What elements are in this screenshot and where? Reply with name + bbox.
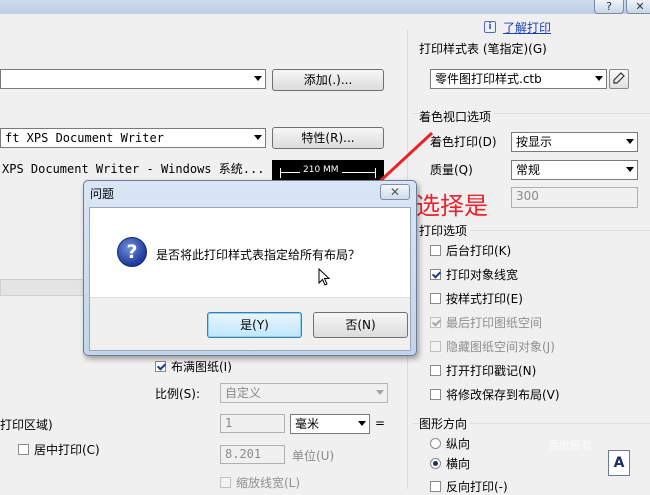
scale-ratio-value: 自定义 [225, 386, 262, 400]
plot-style-table-label: 打印样式表 (笔指定)(G) [419, 42, 547, 56]
printer-name-select[interactable]: ft XPS Document Writer [0, 128, 266, 148]
portrait-radio[interactable] [430, 438, 441, 449]
landscape-label: 横向 [446, 457, 471, 471]
help-button[interactable]: ? [594, 0, 624, 14]
add-button[interactable]: 添加(.)... [272, 69, 384, 91]
landscape-radio[interactable] [430, 458, 441, 469]
fit-to-paper-option[interactable]: 布满图纸(I) [155, 358, 232, 375]
plot-style-table-select[interactable]: 零件图打印样式.ctb [430, 69, 607, 89]
scale-lineweights-checkbox[interactable] [220, 477, 231, 488]
center-plot-label: 居中打印(C) [34, 443, 100, 457]
scale-unit-label: 单位(U) [292, 449, 335, 463]
mouse-cursor-icon [318, 268, 331, 286]
dialog-title: 问题 [90, 187, 115, 201]
portrait-label: 纵向 [446, 437, 471, 451]
shade-plot-value: 按显示 [516, 135, 553, 149]
chevron-down-icon [595, 76, 603, 81]
dpi-field[interactable]: 300 [511, 187, 638, 208]
question-dialog: 问题 ✕ ? 是否将此打印样式表指定给所有布局？ 是(Y) 否(N) [83, 180, 417, 356]
page-setup-name-select[interactable] [0, 69, 266, 89]
dialog-body: ? 是否将此打印样式表指定给所有布局？ 是(Y) 否(N) [89, 207, 411, 351]
portrait-option[interactable]: 纵向 [430, 435, 470, 452]
center-plot-option[interactable]: 居中打印(C) [18, 441, 100, 458]
center-plot-checkbox[interactable] [18, 444, 29, 455]
upside-down-option[interactable]: 反向打印(-) [430, 478, 508, 495]
orientation-label: 图形方向 [419, 415, 471, 432]
chevron-down-icon [626, 167, 634, 172]
landscape-option[interactable]: 横向 [430, 455, 470, 472]
scale-value-1[interactable]: 1 [220, 414, 285, 433]
plot-option-lineweights[interactable]: 打印对象线宽 [430, 266, 518, 283]
printer-name-value: ft XPS Document Writer [5, 131, 164, 145]
plot-option-background[interactable]: 后台打印(K) [430, 242, 511, 259]
scale-lineweights-option[interactable]: 缩放线宽(L) [220, 474, 300, 491]
plot-option-save-layout[interactable]: 将修改保存到布局(V) [430, 386, 560, 403]
option-checkbox[interactable] [430, 293, 441, 304]
plot-style-table-value: 零件图打印样式.ctb [435, 72, 542, 86]
upside-down-checkbox[interactable] [430, 481, 441, 492]
option-label: 打开打印戳记(N) [446, 364, 537, 378]
plot-area-label: 打印区域) [0, 418, 53, 432]
scale-value-2[interactable]: 8.201 [220, 445, 285, 464]
shade-plot-select[interactable]: 按显示 [511, 132, 638, 152]
quality-select[interactable]: 常规 [511, 160, 638, 180]
option-checkbox[interactable] [430, 269, 441, 280]
no-button[interactable]: 否(N) [313, 312, 408, 338]
plot-option-stamp[interactable]: 打开打印戳记(N) [430, 362, 536, 379]
dialog-close-button[interactable]: ✕ [380, 184, 410, 200]
equals-sign: = [375, 416, 386, 430]
fit-to-paper-checkbox[interactable] [155, 361, 166, 372]
upside-down-label: 反向打印(-) [446, 480, 508, 494]
option-label: 打印对象线宽 [446, 268, 519, 282]
scale-unit-value: 毫米 [295, 417, 320, 431]
option-checkbox[interactable] [430, 365, 441, 376]
window-close-button[interactable]: ✕ [626, 0, 650, 14]
chevron-down-icon [626, 139, 634, 144]
option-checkbox[interactable] [430, 389, 441, 400]
plot-option-paperspace-last[interactable]: 最后打印图纸空间 [430, 314, 542, 331]
scale-ratio-label: 比例(S): [155, 387, 201, 401]
window-title-bar [0, 0, 650, 14]
option-label: 隐藏图纸空间对象(J) [446, 340, 555, 354]
plot-option-styles[interactable]: 按样式打印(E) [430, 290, 523, 307]
option-checkbox[interactable] [430, 317, 441, 328]
chevron-down-icon [254, 76, 262, 81]
chevron-down-icon [254, 135, 262, 140]
chevron-down-icon [376, 390, 384, 395]
scale-lineweights-label: 缩放线宽(L) [236, 476, 301, 490]
question-icon: ? [117, 237, 147, 267]
yes-button[interactable]: 是(Y) [207, 312, 302, 338]
scale-ratio-select[interactable]: 自定义 [220, 383, 388, 403]
watermark-text: 百度经验 [548, 439, 592, 452]
chevron-down-icon [358, 421, 366, 426]
edit-plot-style-button[interactable] [609, 69, 629, 89]
fit-to-paper-label: 布满图纸(I) [171, 360, 232, 374]
option-checkbox[interactable] [430, 341, 441, 352]
edit-pencil-icon [613, 72, 625, 84]
quality-value: 常规 [516, 163, 541, 177]
orientation-preview-icon: A [608, 450, 630, 476]
option-label: 按样式打印(E) [446, 292, 523, 306]
dialog-message: 是否将此打印样式表指定给所有布局？ [156, 248, 361, 262]
option-label: 最后打印图纸空间 [446, 316, 543, 330]
plot-option-hide-paperspace[interactable]: 隐藏图纸空间对象(J) [430, 338, 555, 355]
scale-unit-select[interactable]: 毫米 [290, 414, 370, 434]
paper-width-tick-left [280, 168, 281, 178]
dialog-footer: 是(Y) 否(N) [90, 297, 410, 350]
printer-info-text: XPS Document Writer - Windows 系统... [2, 162, 265, 176]
option-label: 后台打印(K) [446, 244, 512, 258]
shaded-viewport-label: 着色视口选项 [419, 108, 495, 125]
option-label: 将修改保存到布局(V) [446, 388, 560, 402]
